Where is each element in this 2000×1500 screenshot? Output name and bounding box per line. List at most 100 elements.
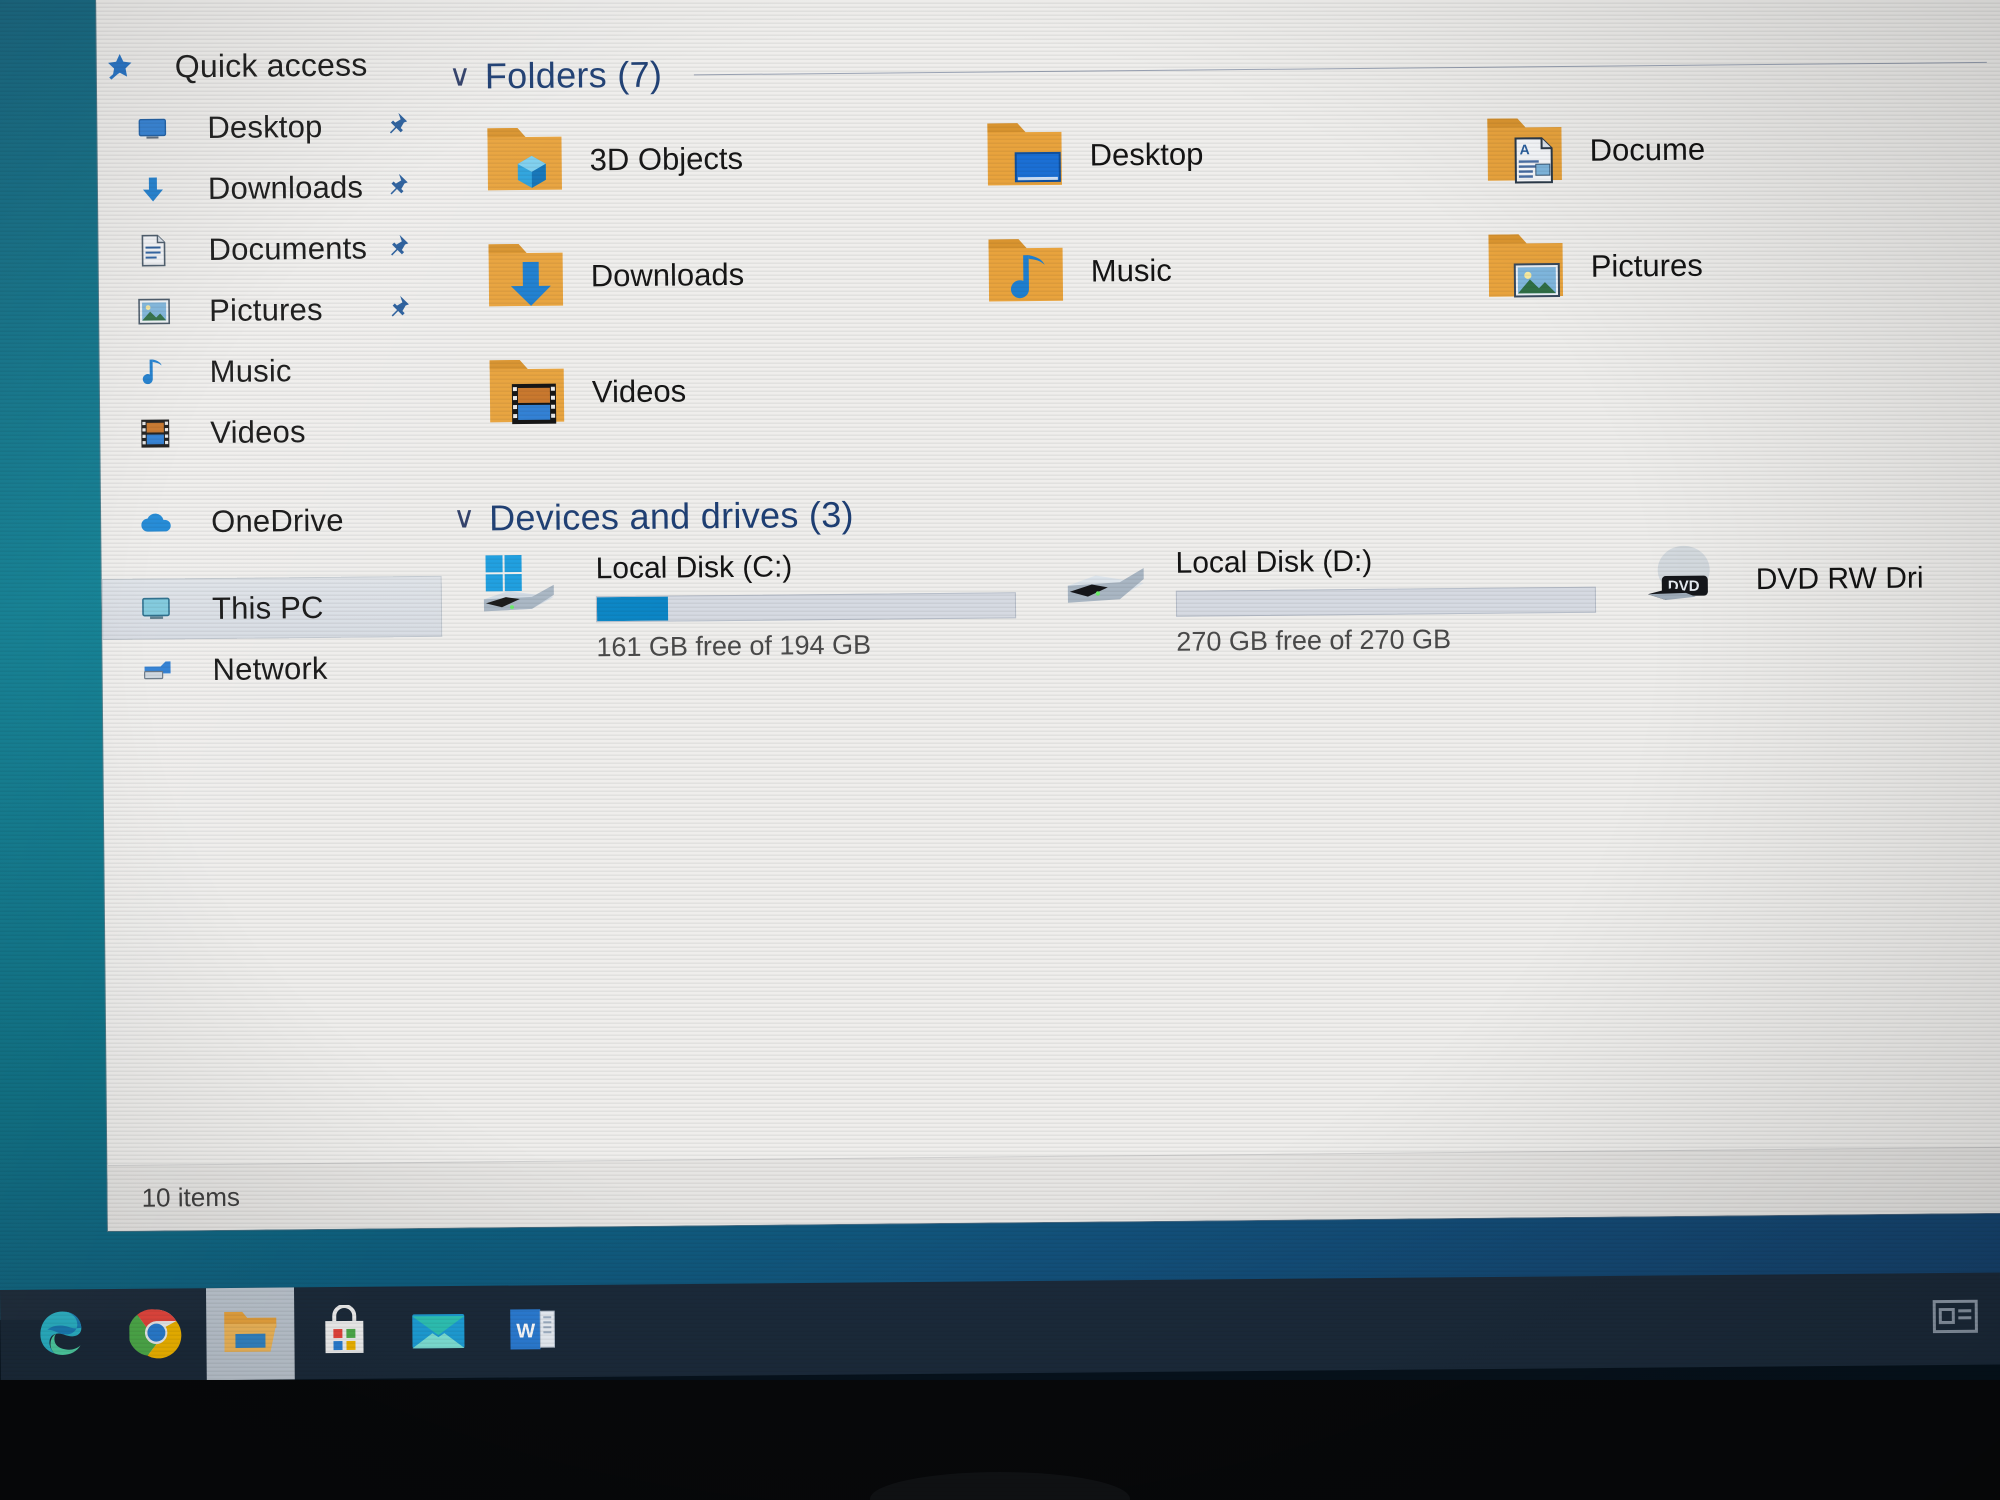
screen-content: ‹ › ↑ This PC Quick access [0,0,2000,1326]
folders-grid: 3D Objects Desktop A Docume Downloads Mu… [473,89,2000,452]
chevron-down-icon[interactable]: ∨ [449,59,471,92]
taskbar-button-file-explorer[interactable] [205,1287,295,1381]
pin-icon[interactable] [383,110,409,141]
file-explorer-icon [221,1306,279,1362]
folder-item[interactable]: Downloads [474,215,975,336]
sidebar-item-label: Network [212,650,328,687]
download-arrow-icon [130,166,176,212]
drive-item[interactable]: Local Disk (C:) 161 GB free of 194 GB [477,542,1058,688]
sidebar-item-onedrive[interactable]: OneDrive [101,489,442,553]
folder-label: Music [1090,252,1172,289]
network-icon [134,647,180,693]
folder-music-icon [982,230,1069,314]
pin-icon[interactable] [384,232,410,263]
action-center-icon[interactable] [1932,1299,1978,1339]
sidebar-item-quick-access[interactable]: Quick access [96,34,437,98]
onedrive-cloud-icon [133,499,179,545]
folder-label: Docume [1589,131,1706,168]
taskbar-button-mail[interactable] [394,1286,483,1379]
folder-3d-objects-icon [481,119,568,203]
svg-text:W: W [516,1320,535,1342]
sidebar-item-label: Desktop [207,108,323,145]
taskbar-tray[interactable] [1932,1297,1978,1340]
hard-drive-icon [1057,541,1158,629]
group-divider [694,61,1987,75]
taskbar: W [0,1272,2000,1382]
film-strip-icon [132,410,178,456]
file-explorer-window: Quick access Desktop Downloads Documents… [96,0,2000,1232]
folder-item[interactable]: A Docume [1473,89,1974,210]
sidebar-item-label: Documents [208,229,368,267]
sidebar-item-label: This PC [211,589,324,626]
taskbar-button-chrome[interactable] [112,1288,201,1381]
taskbar-button-edge[interactable] [18,1289,107,1382]
capacity-fill [596,596,669,622]
drive-item[interactable]: Local Disk (D:) 270 GB free of 270 GB [1057,536,1638,682]
navigation-pane: Quick access Desktop Downloads Documents… [96,34,447,1231]
sidebar-item-label: Pictures [208,291,323,328]
devices-group-header[interactable]: ∨ Devices and drives (3) [453,483,2000,540]
folder-label: Videos [591,373,687,410]
folder-item[interactable]: Desktop [973,94,1474,215]
capacity-bar [1175,586,1597,617]
sidebar-item-videos[interactable]: Videos [100,400,441,464]
pin-icon[interactable] [384,171,410,202]
drive-label: Local Disk (C:) [595,550,793,586]
folder-label: Pictures [1590,247,1703,284]
folder-label: 3D Objects [589,140,744,178]
drive-label: Local Disk (D:) [1175,544,1373,580]
microsoft-store-icon [319,1303,369,1361]
items-view: ∨ Folders (7) 3D Objects Desktop A Docum… [436,19,2000,1174]
chevron-down-icon[interactable]: ∨ [453,501,475,534]
screen-photo: ‹ › ↑ This PC Quick access [0,0,2000,1500]
group-title: Devices and drives (3) [488,493,855,539]
sidebar-item-label: Music [209,352,292,389]
capacity-bar [595,592,1017,623]
word-icon: W [506,1303,558,1360]
item-count: 10 items [141,1181,241,1213]
sidebar-item-downloads[interactable]: Downloads [98,156,439,220]
bezel-hump [870,1472,1130,1500]
sidebar-item-music[interactable]: Music [99,339,440,403]
taskbar-button-word[interactable]: W [488,1285,577,1378]
sidebar-item-label: Downloads [207,169,364,206]
drive-item[interactable]: DVD DVD RW Dri [1637,531,2000,676]
sidebar-item-documents[interactable]: Documents [98,217,439,281]
folder-item[interactable]: Music [974,210,1475,331]
folder-desktop-icon [981,114,1068,198]
edge-icon [35,1306,90,1365]
sidebar-item-this-pc[interactable]: This PC [101,575,443,641]
group-title: Folders (7) [484,53,663,97]
this-pc-icon [134,586,180,632]
picture-icon [131,288,177,334]
folder-documents-icon: A [1481,109,1568,193]
folders-group-header[interactable]: ∨ Folders (7) [449,41,2000,98]
sidebar-item-label: Videos [210,413,306,450]
chrome-icon [128,1305,184,1364]
sidebar-item-network[interactable]: Network [102,637,443,701]
folder-item[interactable]: Pictures [1474,205,1975,326]
svg-text:A: A [1520,141,1530,157]
folder-pictures-icon [1482,225,1569,309]
music-note-icon [131,349,177,395]
folder-label: Desktop [1089,136,1204,173]
folder-item[interactable]: Videos [475,331,976,452]
drive-label: DVD RW Dri [1755,561,1924,597]
folder-item[interactable]: 3D Objects [473,99,974,220]
folder-label: Downloads [590,256,745,294]
dvd-drive-icon: DVD [1637,535,1738,623]
folder-videos-icon [484,351,571,435]
drive-free-text: 270 GB free of 270 GB [1176,624,1452,657]
folder-downloads-icon [482,235,569,319]
sidebar-item-desktop[interactable]: Desktop [97,95,438,159]
sidebar-item-pictures[interactable]: Pictures [99,278,440,342]
pin-icon[interactable] [385,293,411,324]
document-icon [130,227,176,273]
mail-icon [410,1307,466,1356]
windows-drive-icon [477,546,578,634]
drives-grid: Local Disk (C:) 161 GB free of 194 GB Lo… [477,533,2000,688]
taskbar-button-microsoft-store[interactable] [300,1287,389,1380]
sidebar-item-label: Quick access [174,46,368,85]
star-pin-icon [97,44,143,90]
sidebar-item-label: OneDrive [210,502,344,539]
